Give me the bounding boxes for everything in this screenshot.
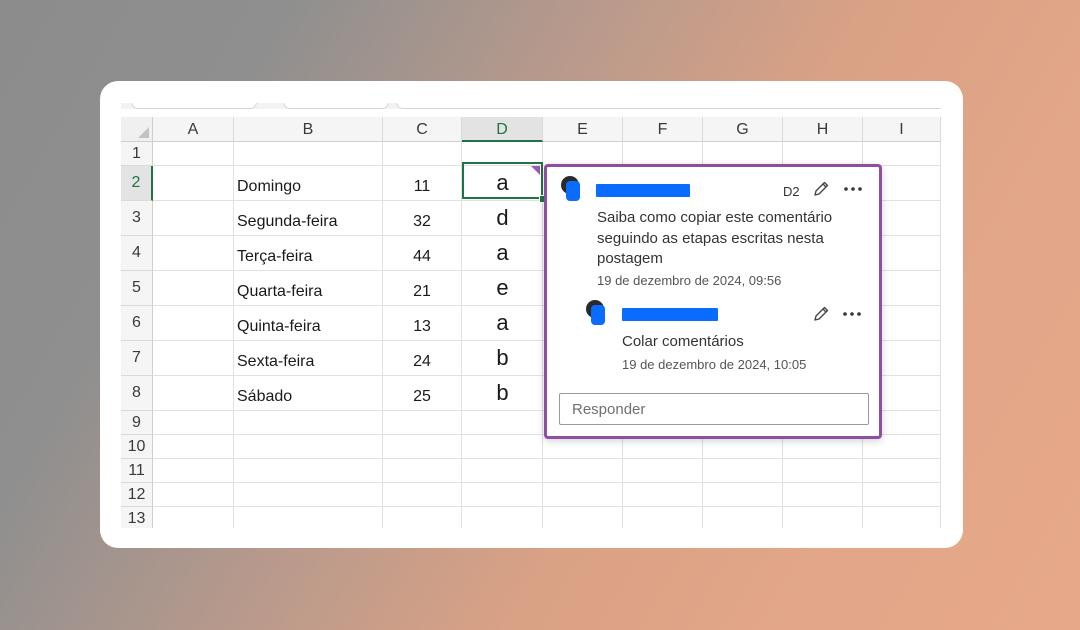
comment-cell-reference: D2 [783, 184, 800, 199]
cell-b2[interactable]: Domingo [233, 169, 382, 204]
grid-line [153, 458, 941, 459]
reply-timestamp: 19 de dezembro de 2024, 10:05 [622, 357, 807, 372]
comment-popup: D2 Saiba como copiar este comentário seg… [544, 164, 882, 439]
cell-d5[interactable]: e [462, 270, 543, 305]
cell-b5[interactable]: Quarta-feira [233, 274, 382, 309]
row-header-12[interactable]: 12 [121, 483, 153, 507]
user-avatar-icon [561, 176, 580, 201]
cell-b6[interactable]: Quinta-feira [233, 309, 382, 344]
cell-d8[interactable]: b [462, 375, 543, 410]
cell-c5[interactable]: 21 [382, 274, 462, 309]
row-header-8[interactable]: 8 [121, 376, 153, 411]
column-header-h[interactable]: H [783, 117, 863, 142]
cell-d6[interactable]: a [462, 305, 543, 340]
comment-timestamp: 19 de dezembro de 2024, 09:56 [597, 273, 782, 288]
cell-c2[interactable]: 11 [382, 169, 462, 204]
cell-b8[interactable]: Sábado [233, 379, 382, 414]
cell-c7[interactable]: 24 [382, 344, 462, 379]
cell-d4[interactable]: a [462, 235, 543, 270]
row-header-10[interactable]: 10 [121, 435, 153, 459]
row-header-2[interactable]: 2 [121, 166, 153, 201]
column-header-a[interactable]: A [153, 117, 234, 142]
row-header-11[interactable]: 11 [121, 459, 153, 483]
pencil-icon[interactable] [810, 178, 832, 200]
comment-indicator[interactable] [531, 166, 540, 175]
row-header-1[interactable]: 1 [121, 142, 153, 166]
column-header-i[interactable]: I [863, 117, 941, 142]
row-header-6[interactable]: 6 [121, 306, 153, 341]
row-header-13[interactable]: 13 [121, 507, 153, 528]
cell-b4[interactable]: Terça-feira [233, 239, 382, 274]
toolbar-control[interactable] [131, 103, 257, 109]
grid-line [153, 482, 941, 483]
redacted-author-name [622, 308, 718, 321]
redacted-author-name [596, 184, 690, 197]
row-header-5[interactable]: 5 [121, 271, 153, 306]
cell-d3[interactable]: d [462, 200, 543, 235]
user-avatar-icon [586, 300, 605, 325]
cell-c8[interactable]: 25 [382, 379, 462, 414]
cell-c4[interactable]: 44 [382, 239, 462, 274]
comment-text: Saiba como copiar este comentário seguin… [597, 209, 833, 267]
toolbar-control[interactable] [283, 103, 389, 109]
pencil-icon[interactable] [810, 303, 832, 325]
row-header-4[interactable]: 4 [121, 236, 153, 271]
grid-line [153, 506, 941, 507]
column-header-c[interactable]: C [383, 117, 462, 142]
row-header-9[interactable]: 9 [121, 411, 153, 435]
row-header-3[interactable]: 3 [121, 201, 153, 236]
row-header-7[interactable]: 7 [121, 341, 153, 376]
cell-d7[interactable]: b [462, 340, 543, 375]
more-options-icon[interactable] [841, 303, 863, 325]
column-header-f[interactable]: F [623, 117, 703, 142]
column-header-e[interactable]: E [543, 117, 623, 142]
reply-input[interactable] [559, 393, 869, 425]
column-header-d[interactable]: D [462, 117, 543, 142]
select-all-corner[interactable] [121, 117, 153, 142]
column-header-g[interactable]: G [703, 117, 783, 142]
column-header-b[interactable]: B [234, 117, 383, 142]
cell-c6[interactable]: 13 [382, 309, 462, 344]
reply-text: Colar comentários [622, 333, 744, 350]
formula-bar[interactable] [396, 103, 941, 109]
cell-c3[interactable]: 32 [382, 204, 462, 239]
more-options-icon[interactable] [842, 178, 864, 200]
cell-b7[interactable]: Sexta-feira [233, 344, 382, 379]
cell-b3[interactable]: Segunda-feira [233, 204, 382, 239]
